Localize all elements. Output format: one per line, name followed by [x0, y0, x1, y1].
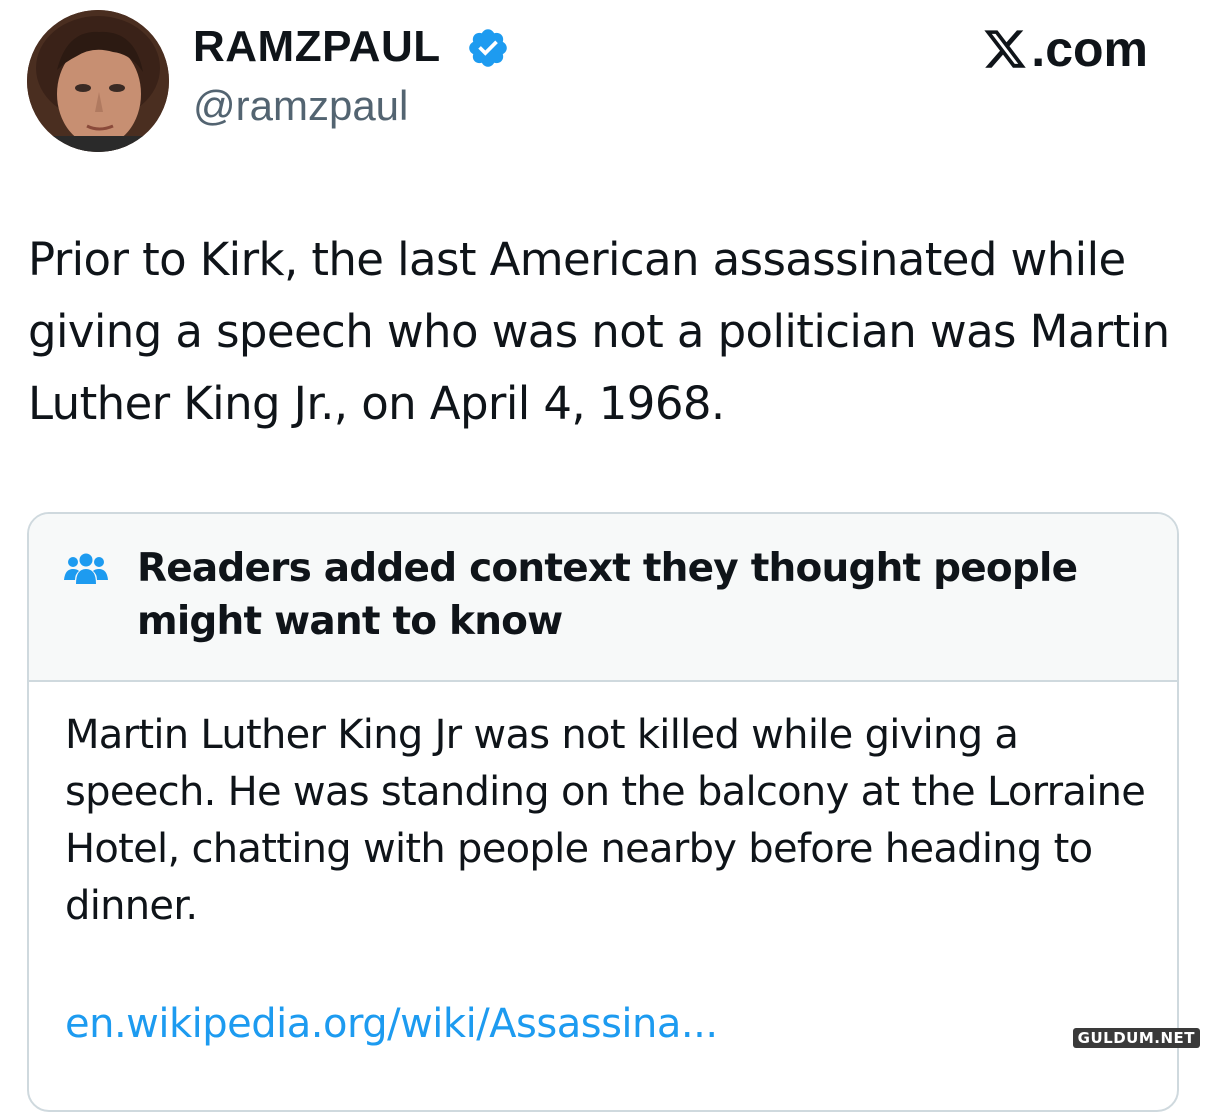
- display-name[interactable]: RAMZPAUL: [193, 22, 441, 72]
- watermark: GULDUM.NET: [1072, 1028, 1200, 1048]
- tweet-text: Prior to Kirk, the last American assassi…: [28, 233, 1170, 430]
- brand-suffix: .com: [1031, 21, 1148, 77]
- avatar[interactable]: [27, 10, 169, 152]
- source-link[interactable]: en.wikipedia.org/wiki/Assassina...: [65, 996, 718, 1053]
- community-note: Readers added context they thought peopl…: [27, 512, 1179, 1112]
- x-logo-icon: [984, 30, 1027, 68]
- handle[interactable]: @ramzpaul: [193, 82, 408, 130]
- profile-photo: [27, 10, 169, 152]
- community-note-header: Readers added context they thought peopl…: [29, 514, 1177, 682]
- community-note-title: Readers added context they thought peopl…: [137, 546, 1078, 644]
- x-com-brand: .com: [981, 20, 1148, 78]
- people-group-icon: [64, 553, 108, 584]
- verified-badge-icon: [469, 29, 507, 67]
- community-note-body: Martin Luther King Jr was not killed whi…: [65, 712, 1146, 929]
